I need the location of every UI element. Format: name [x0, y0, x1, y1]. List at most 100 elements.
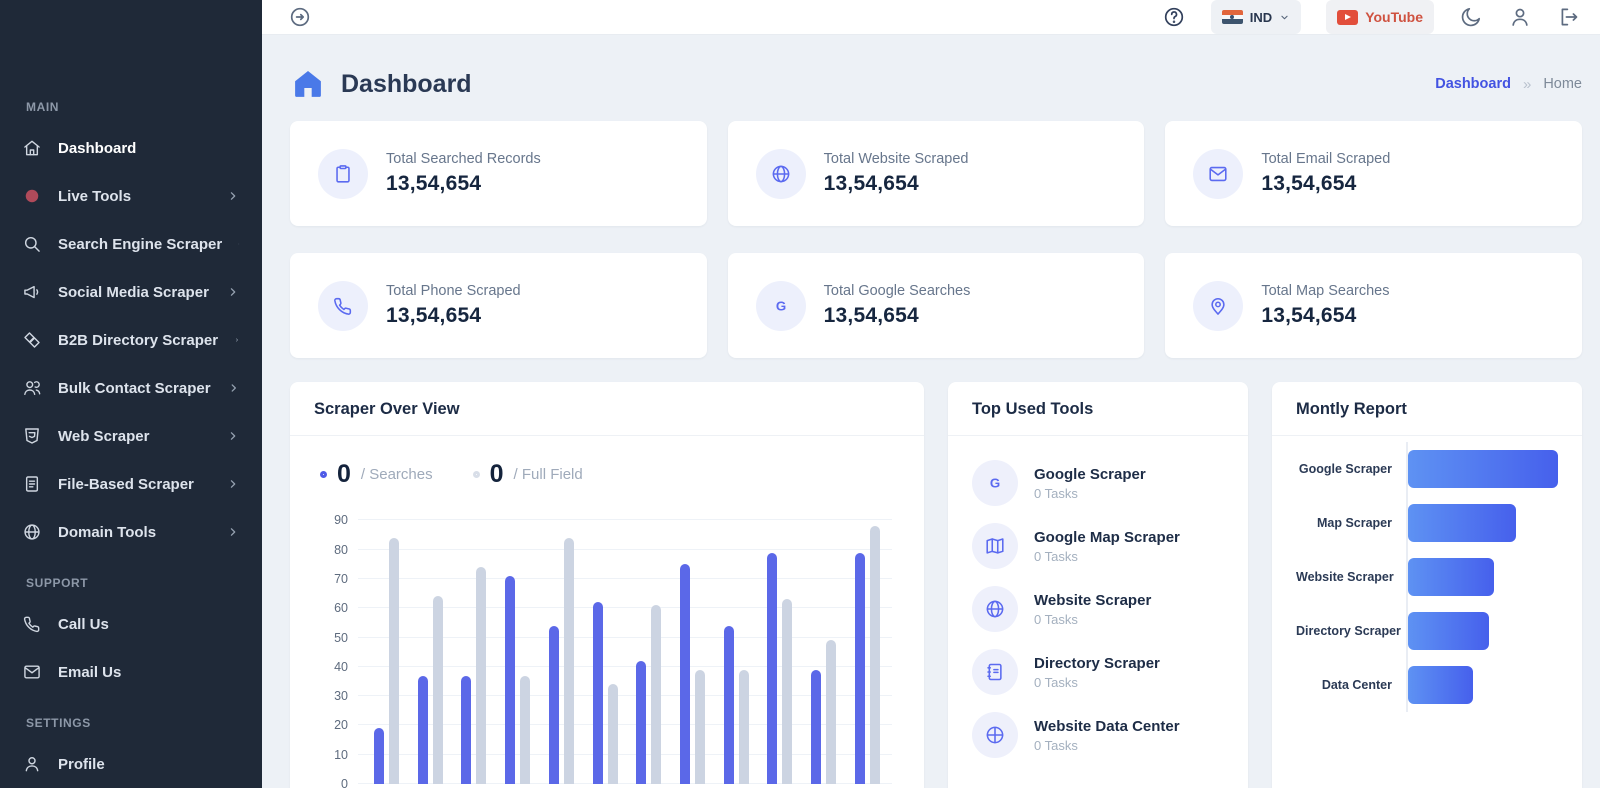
sidebar-item-file-based-scraper[interactable]: File-Based Scraper [22, 460, 240, 508]
searches-bar[interactable] [593, 602, 603, 784]
profile-button[interactable] [1508, 5, 1532, 29]
megaphone-icon [22, 282, 42, 302]
tool-item-google-map-scraper[interactable]: Google Map Scraper 0 Tasks [972, 523, 1224, 569]
sidebar-item-profile[interactable]: Profile [22, 740, 240, 788]
phone-icon [332, 295, 354, 317]
monthly-bar[interactable] [1408, 666, 1473, 704]
full-field-bar[interactable] [608, 684, 618, 784]
full-field-bar[interactable] [564, 538, 574, 784]
sidebar-item-web-scraper[interactable]: Web Scraper [22, 412, 240, 460]
bar-pair-9 [724, 626, 749, 784]
breadcrumb-dashboard-link[interactable]: Dashboard [1435, 76, 1511, 92]
topbar-actions: IND YouTube [1162, 0, 1581, 34]
searches-bar[interactable] [636, 661, 646, 784]
dark-mode-toggle[interactable] [1459, 5, 1483, 29]
sidebar-item-bulk-contact-scraper[interactable]: Bulk Contact Scraper [22, 364, 240, 412]
full-field-bar[interactable] [476, 567, 486, 784]
full-field-bar[interactable] [739, 670, 749, 784]
sidebar-nav: MAIN Dashboard Live Tools Search Engine … [0, 80, 262, 788]
searches-bar[interactable] [505, 576, 515, 784]
stat-value: 13,54,654 [386, 304, 521, 328]
searches-bar[interactable] [724, 626, 734, 784]
stat-card-total-website-scraped: Total Website Scraped 13,54,654 [728, 121, 1145, 226]
stat-card-total-email-scraped: Total Email Scraped 13,54,654 [1165, 121, 1582, 226]
sidebar-item-domain-tools[interactable]: Domain Tools [22, 508, 240, 556]
monthly-bar[interactable] [1408, 504, 1516, 542]
clipboard-icon [332, 163, 354, 185]
sidebar-item-call-us[interactable]: Call Us [22, 600, 240, 648]
y-axis-tick: 90 [314, 513, 348, 527]
y-axis-tick: 80 [314, 543, 348, 557]
monthly-bar[interactable] [1408, 612, 1489, 650]
monthly-row-directory-scraper: Directory Scraper [1296, 604, 1558, 658]
y-axis-tick: 50 [314, 631, 348, 645]
full-field-bar[interactable] [870, 526, 880, 784]
breadcrumb-separator: » [1523, 76, 1531, 93]
full-field-bar[interactable] [433, 596, 443, 784]
chevron-right-icon [226, 189, 240, 203]
youtube-button[interactable]: YouTube [1326, 0, 1434, 34]
searches-bar[interactable] [461, 676, 471, 784]
sidebar-item-live-tools[interactable]: Live Tools [22, 172, 240, 220]
tool-item-google-scraper[interactable]: G Google Scraper 0 Tasks [972, 460, 1224, 506]
content: Dashboard Dashboard » Home Total Searche… [262, 35, 1600, 788]
tool-item-website-data-center[interactable]: Website Data Center 0 Tasks [972, 712, 1224, 758]
full-field-bar[interactable] [782, 599, 792, 784]
monthly-bar[interactable] [1408, 450, 1558, 488]
full-field-bar[interactable] [695, 670, 705, 784]
sidebar-item-social-media-scraper[interactable]: Social Media Scraper [22, 268, 240, 316]
tool-icon-wrap [972, 523, 1018, 569]
tool-item-website-scraper[interactable]: Website Scraper 0 Tasks [972, 586, 1224, 632]
sidebar-item-search-engine-scraper[interactable]: Search Engine Scraper [22, 220, 240, 268]
monthly-bar-chart: Google Scraper Map Scraper Website Scrap… [1272, 436, 1582, 736]
language-selector[interactable]: IND [1211, 0, 1301, 34]
sidebar-item-email-us[interactable]: Email Us [22, 648, 240, 696]
full-field-bar[interactable] [520, 676, 530, 784]
stat-icon-wrap [1193, 149, 1243, 199]
searches-bar[interactable] [680, 564, 690, 784]
monthly-category-label: Website Scraper [1296, 570, 1406, 584]
tool-item-directory-scraper[interactable]: Directory Scraper 0 Tasks [972, 649, 1224, 695]
sidebar-toggle-button[interactable] [288, 5, 312, 29]
stat-icon-wrap [1193, 281, 1243, 331]
stat-icon-wrap [318, 281, 368, 331]
stat-label: Total Website Scraped [824, 151, 969, 167]
sidebar-item-b2b-directory-scraper[interactable]: B2B Directory Scraper [22, 316, 240, 364]
searches-bar[interactable] [855, 553, 865, 784]
top-used-tools-title: Top Used Tools [972, 400, 1224, 419]
map-icon [984, 535, 1006, 557]
y-axis-tick: 40 [314, 660, 348, 674]
help-button[interactable] [1162, 5, 1186, 29]
monthly-report-header: Montly Report [1272, 382, 1582, 436]
full-field-bar[interactable] [651, 605, 661, 784]
full-field-bar[interactable] [826, 640, 836, 784]
google-g-icon: G [770, 295, 792, 317]
search-icon [22, 234, 42, 254]
monthly-report-panel: Montly Report Google Scraper Map Scraper… [1272, 382, 1582, 788]
breadcrumb-home: Home [1543, 76, 1582, 92]
searches-bar[interactable] [549, 626, 559, 784]
searches-bar[interactable] [767, 553, 777, 784]
stats-grid: Total Searched Records 13,54,654 Total W… [290, 121, 1582, 358]
top-used-tools-list: G Google Scraper 0 Tasks Google Map Scra… [948, 436, 1248, 788]
tool-tasks: 0 Tasks [1034, 549, 1180, 564]
y-axis-tick: 20 [314, 718, 348, 732]
legend-label: / Searches [361, 466, 433, 483]
full-field-bar[interactable] [389, 538, 399, 784]
legend-dot [320, 471, 327, 478]
chevron-down-icon [1279, 12, 1290, 23]
monthly-bar[interactable] [1408, 558, 1494, 596]
sidebar-item-label: Social Media Scraper [58, 284, 210, 301]
globe-icon [770, 163, 792, 185]
logout-button[interactable] [1557, 5, 1581, 29]
logout-icon [1557, 5, 1581, 29]
sidebar-item-label: Live Tools [58, 188, 210, 205]
sidebar-item-label: Domain Tools [58, 524, 210, 541]
searches-bar[interactable] [418, 676, 428, 784]
mail-icon [22, 662, 42, 682]
sidebar-item-dashboard[interactable]: Dashboard [22, 124, 240, 172]
sidebar: MAIN Dashboard Live Tools Search Engine … [0, 0, 262, 788]
searches-bar[interactable] [811, 670, 821, 784]
searches-bar[interactable] [374, 728, 384, 784]
phone-icon [22, 614, 42, 634]
